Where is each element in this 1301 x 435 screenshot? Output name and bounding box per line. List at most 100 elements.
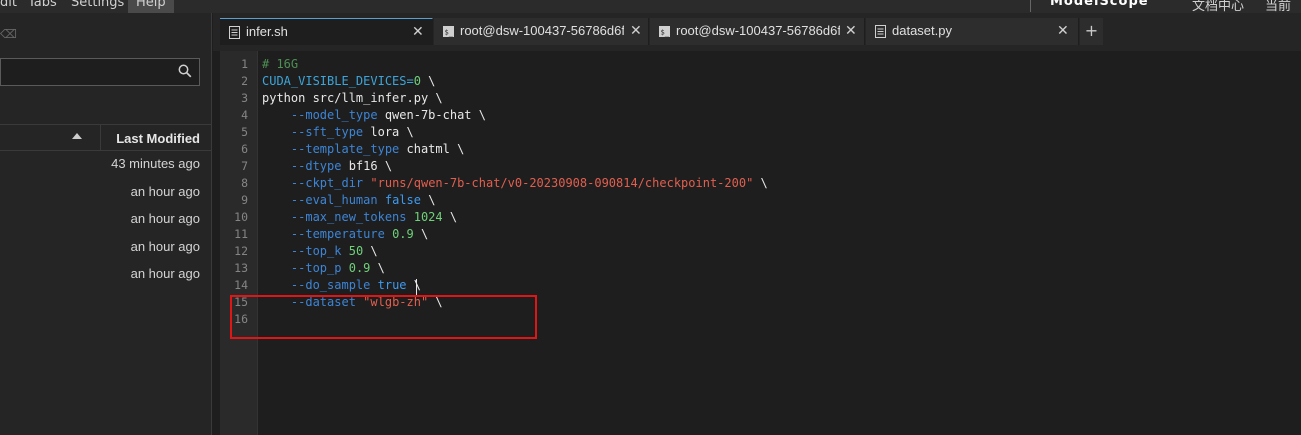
file-row[interactable]: 43 minutes ago: [0, 152, 212, 179]
line-number-gutter: 1 2 3 4 5 6 7 8 9 10 11 12 13 14 15 16: [220, 51, 258, 435]
menu-bar: dit Tabs Settings Help ModelScope 文档中心 当…: [0, 0, 1301, 13]
file-filter-input[interactable]: [1, 59, 169, 85]
add-tab-button[interactable]: +: [1080, 18, 1103, 45]
annotation-highlight-box: [230, 295, 537, 339]
code-line[interactable]: --temperature 0.9 \: [262, 226, 428, 243]
code-line[interactable]: --ckpt_dir "runs/qwen-7b-chat/v0-2023090…: [262, 175, 768, 192]
code-token: chatml \: [399, 142, 465, 156]
code-line[interactable]: --model_type qwen-7b-chat \: [262, 107, 486, 124]
code-token: --top_k: [290, 244, 342, 258]
code-line[interactable]: --dtype bf16 \: [262, 158, 392, 175]
file-browser-sidebar: ⌫ Last Modified 43 minutes ago an hour a…: [0, 13, 212, 435]
tab-title: dataset.py: [892, 23, 952, 38]
menu-tabs[interactable]: Tabs: [28, 0, 57, 10]
file-row[interactable]: an hour ago: [0, 262, 212, 289]
code-line[interactable]: --max_new_tokens 1024 \: [262, 209, 457, 226]
code-token: --eval_human: [290, 193, 378, 207]
line-number: 10: [234, 210, 248, 224]
svg-text:$_: $_: [661, 29, 670, 37]
code-token: # 16G: [262, 57, 299, 71]
tab-dataset-py[interactable]: dataset.py ✕: [866, 18, 1079, 45]
code-line[interactable]: # 16G: [262, 56, 298, 73]
menu-docs-center[interactable]: 文档中心: [1192, 0, 1244, 13]
menu-current-instance[interactable]: 当前实: [1265, 0, 1301, 13]
code-line[interactable]: --do_sample true \: [262, 277, 421, 294]
code-editor[interactable]: 1 2 3 4 5 6 7 8 9 10 11 12 13 14 15 16 # 16G CUDA_VISIBL…: [220, 51, 1301, 435]
code-line[interactable]: CUDA_VISIBLE_DEVICES=0 \: [262, 73, 435, 90]
file-text-icon: [875, 25, 886, 38]
code-line[interactable]: --template_type chatml \: [262, 141, 464, 158]
code-token: --ckpt_dir: [290, 176, 364, 190]
menu-settings[interactable]: Settings: [71, 0, 124, 10]
file-list-header: Last Modified: [0, 124, 212, 151]
close-icon[interactable]: ✕: [845, 24, 857, 38]
modelscope-logo[interactable]: ModelScope: [1050, 0, 1149, 9]
tab-title: root@dsw-100437-56786d6f: [676, 23, 840, 38]
tab-title: root@dsw-100437-56786d6f: [460, 23, 624, 38]
file-modified-time: an hour ago: [130, 184, 200, 199]
code-token: bf16 \: [341, 159, 393, 173]
line-number: 12: [234, 244, 248, 258]
code-line[interactable]: --top_p 0.9 \: [262, 260, 385, 277]
code-line[interactable]: --sft_type lora \: [262, 124, 414, 141]
code-token: python src/llm_infer.py \: [262, 91, 443, 105]
code-token: --temperature: [290, 227, 385, 241]
text-cursor: [416, 279, 417, 295]
file-filter-box: [0, 58, 200, 86]
code-token: lora \: [363, 125, 414, 139]
code-line[interactable]: python src/llm_infer.py \: [262, 90, 443, 107]
line-number: 6: [241, 142, 248, 156]
close-icon[interactable]: ✕: [1057, 24, 1069, 38]
code-line[interactable]: --eval_human false \: [262, 192, 436, 209]
code-token: --max_new_tokens: [290, 210, 407, 224]
line-number: 2: [241, 74, 248, 88]
line-number: 14: [234, 278, 248, 292]
clear-filter-icon[interactable]: ⌫: [0, 27, 17, 41]
column-last-modified-header[interactable]: Last Modified: [116, 131, 200, 146]
line-number: 8: [241, 176, 248, 190]
line-number: 9: [241, 193, 248, 207]
code-token: true: [377, 278, 407, 292]
terminal-icon: $_: [443, 26, 454, 37]
code-token: 0.9: [348, 261, 371, 275]
sort-ascending-icon[interactable]: [72, 133, 82, 139]
code-token: \: [363, 244, 378, 258]
file-row[interactable]: an hour ago: [0, 235, 212, 262]
close-icon[interactable]: ✕: [412, 25, 424, 39]
code-token: --top_p: [290, 261, 342, 275]
terminal-icon: $_: [659, 26, 670, 37]
code-token: \: [413, 227, 429, 241]
code-token: \: [370, 261, 385, 275]
file-row[interactable]: an hour ago: [0, 180, 212, 207]
file-row[interactable]: an hour ago: [0, 207, 212, 234]
tab-infer-sh[interactable]: infer.sh ✕: [220, 18, 433, 45]
code-token: 50: [348, 244, 364, 258]
code-token: --template_type: [290, 142, 400, 156]
code-token: --model_type: [290, 108, 378, 122]
line-number: 13: [234, 261, 248, 275]
search-icon[interactable]: [178, 64, 192, 78]
file-text-icon: [229, 26, 240, 39]
file-modified-time: 43 minutes ago: [111, 156, 200, 171]
tab-terminal-1[interactable]: $_ root@dsw-100437-56786d6f ✕: [434, 18, 649, 45]
code-token: qwen-7b-chat \: [377, 108, 486, 122]
menu-edit[interactable]: dit: [0, 0, 17, 10]
tab-terminal-2[interactable]: $_ root@dsw-100437-56786d6f ✕: [650, 18, 865, 45]
close-icon[interactable]: ✕: [630, 24, 642, 38]
code-token: --sft_type: [290, 125, 364, 139]
menu-help[interactable]: Help: [128, 0, 174, 13]
menubar-divider: [1030, 0, 1031, 12]
column-divider[interactable]: [100, 125, 101, 151]
code-line[interactable]: --top_k 50 \: [262, 243, 378, 260]
